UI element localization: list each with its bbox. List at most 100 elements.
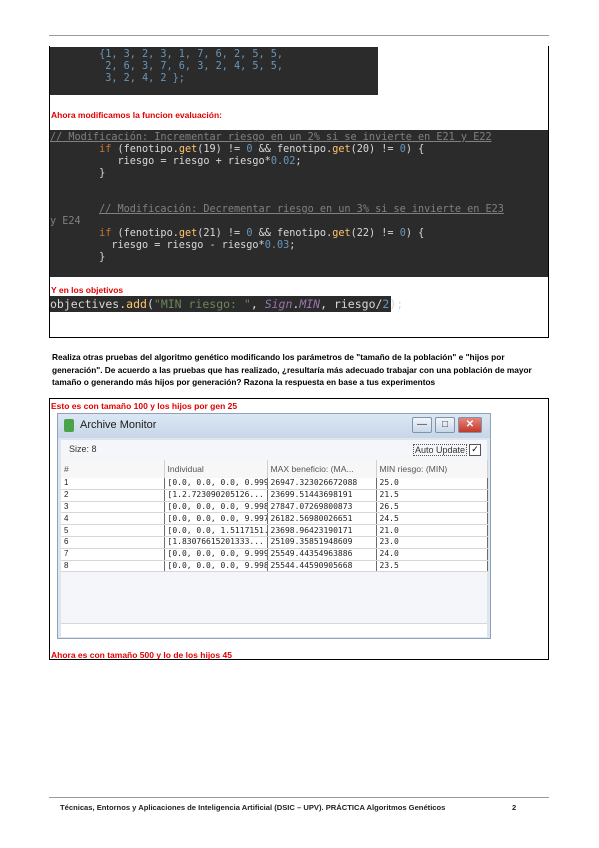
table-row[interactable]: 2 [1.2.723090205126... 23699.51443698191 21…	[61, 489, 488, 502]
code-string: "MIN riesgo: "	[153, 297, 251, 311]
code-method: add	[126, 297, 147, 311]
archive-table: # Individual MAX beneficio: (MA... MIN r…	[61, 460, 488, 573]
code-keyword: if	[99, 144, 112, 155]
code-comment: // Modificación: Incrementar riesgo en u…	[50, 132, 492, 143]
code-token: , riesgo/	[320, 297, 383, 311]
cell-riesgo: 24.0	[376, 548, 488, 561]
cell-index: 8	[61, 560, 165, 573]
code-token: riesgo = riesgo - riesgo*	[111, 240, 265, 251]
code-token: ,	[250, 297, 265, 311]
cell-individual: [0.0, 0.0, 0.0, 9.997...	[164, 512, 268, 526]
code-token: ) {	[405, 228, 425, 239]
cell-individual: [1.2.723090205126...	[164, 489, 268, 502]
cell-individual: [0.0, 0.0, 0.0, 9.998...	[164, 501, 268, 514]
cell-index: 4	[61, 512, 165, 526]
code-method: get	[178, 144, 198, 155]
column-header[interactable]: Individual	[164, 460, 268, 478]
cell-index: 1	[61, 478, 165, 490]
cell-beneficio: 27847.07269800873	[267, 501, 377, 514]
table-row[interactable]: 8[0.0, 0.0, 0.0, 9.998...25544.445909056…	[61, 560, 488, 573]
code-comment: y E24	[50, 216, 81, 227]
code-block-array: {1, 3, 2, 3, 1, 7, 6, 2, 5, 5, 2, 6, 3, …	[50, 47, 378, 95]
cell-index: 5	[61, 524, 165, 537]
auto-update-checkbox[interactable]: ✓	[469, 444, 481, 456]
table-row[interactable]: 7[0.0, 0.0, 0.0, 9.999...25549.443549638…	[61, 548, 488, 561]
cell-beneficio: 26182.56980026651	[267, 512, 377, 526]
code-token: ;	[289, 240, 296, 251]
cell-riesgo: 26.5	[376, 501, 488, 514]
cell-beneficio: 25549.44354963886	[267, 548, 377, 561]
code-token: ) {	[405, 144, 425, 155]
code-token: ;	[295, 156, 302, 167]
label-eval-function: Ahora modificamos la funcion evaluación:	[51, 110, 222, 120]
code-token: (20) !=	[350, 144, 400, 155]
code-method: get	[332, 144, 351, 155]
code-block-objectives: objectives.add("MIN riesgo: ", Sign.MIN,…	[50, 296, 403, 312]
cell-riesgo: 24.5	[376, 512, 488, 526]
table-row[interactable]: 1[0.0, 0.0, 0.0, 0.999...26947.323026672…	[61, 478, 488, 490]
cell-beneficio: 23698.96423190171	[267, 524, 377, 537]
archive-monitor-window: Archive Monitor — □ ✕ Size: 8 Auto Updat…	[57, 413, 491, 639]
table-empty-area	[61, 623, 487, 637]
code-token: (22) !=	[350, 228, 400, 239]
cell-index: 6	[61, 536, 165, 549]
cell-riesgo: 23.0	[376, 536, 488, 549]
cell-index: 7	[61, 548, 165, 561]
column-header[interactable]: #	[61, 460, 165, 478]
page-footer: Técnicas, Entornos y Aplicaciones de Int…	[60, 803, 446, 812]
header-rule	[49, 35, 549, 36]
label-objectives: Y en los objetivos	[51, 285, 124, 295]
window-title: Archive Monitor	[80, 419, 157, 431]
table-row[interactable]: 6 [1.83076615201333... 25109.35851948609 23…	[61, 536, 488, 549]
code-token: (21) !=	[197, 228, 247, 239]
code-token: riesgo = riesgo + riesgo*	[117, 156, 271, 167]
maximize-button[interactable]: □	[435, 417, 455, 433]
code-line: 3, 2, 4, 2 };	[50, 73, 185, 84]
minimize-button[interactable]: —	[412, 417, 432, 433]
code-comment: // Modificación: Decrementar riesgo en u…	[99, 204, 504, 215]
cell-individual: [0.0, 0.0, 0.0, 9.999...	[164, 548, 268, 561]
code-line: {1, 3, 2, 3, 1, 7, 6, 2, 5, 5,	[50, 49, 284, 60]
code-token: (	[146, 297, 154, 311]
code-token: && fenotipo.	[252, 228, 333, 239]
code-constant: MIN	[299, 297, 321, 311]
cell-riesgo: 25.0	[376, 478, 488, 490]
window-content: Size: 8 Auto Update ✓ # Individual MAX b…	[61, 440, 488, 637]
cell-beneficio: 23699.51443698191	[267, 489, 377, 502]
column-header[interactable]: MAX beneficio: (MA...	[267, 460, 377, 478]
cell-individual: [0.0, 0.0, 0.0, 9.998...	[164, 560, 268, 573]
close-button[interactable]: ✕	[458, 417, 482, 433]
table-row[interactable]: 5[0.0, 0.0, 1.5117151...23698.9642319017…	[61, 524, 488, 537]
page-number: 2	[512, 803, 517, 812]
cell-beneficio: 26947.323026672088	[267, 478, 377, 490]
auto-update-label[interactable]: Auto Update	[412, 444, 467, 456]
cell-riesgo: 21.0	[376, 524, 488, 537]
label-size-500: Ahora es con tamaño 500 y lo de los hijo…	[51, 650, 232, 660]
label-size-100: Esto es con tamaño 100 y los hijos por g…	[51, 401, 238, 411]
table-row[interactable]: 4[0.0, 0.0, 0.0, 9.997...26182.569800266…	[61, 512, 488, 526]
cell-beneficio: 25109.35851948609	[267, 536, 377, 549]
code-number: 0.02	[270, 156, 296, 167]
cell-riesgo: 23.5	[376, 560, 488, 573]
cell-riesgo: 21.5	[376, 489, 488, 502]
column-header[interactable]: MIN riesgo: (MIN)	[376, 460, 488, 478]
code-method: get	[178, 228, 198, 239]
window-titlebar[interactable]: Archive Monitor — □ ✕	[58, 414, 490, 438]
cell-index: 3	[61, 501, 165, 514]
question-paragraph: Realiza otras pruebas del algoritmo gené…	[52, 352, 532, 388]
code-token: (fenotipo.	[117, 228, 179, 239]
cell-individual: [0.0, 0.0, 0.0, 0.999...	[164, 478, 268, 490]
archive-size: Size: 8	[69, 444, 97, 454]
cell-beneficio: 25544.44590905668	[267, 560, 377, 573]
code-number: 0.03	[264, 240, 290, 251]
code-token: (19) !=	[197, 144, 247, 155]
code-method: get	[332, 228, 351, 239]
table-header-row: # Individual MAX beneficio: (MA... MIN r…	[61, 460, 488, 478]
cell-index: 2	[61, 489, 165, 502]
code-line: 2, 6, 3, 7, 6, 3, 2, 4, 5, 5,	[50, 61, 284, 72]
code-keyword: if	[99, 228, 112, 239]
table-row[interactable]: 3[0.0, 0.0, 0.0, 9.998...27847.072698008…	[61, 501, 488, 514]
cell-individual: [0.0, 0.0, 1.5117151...	[164, 524, 268, 537]
code-block-evaluation: // Modificación: Incrementar riesgo en u…	[50, 130, 548, 277]
footer-rule	[49, 797, 549, 798]
